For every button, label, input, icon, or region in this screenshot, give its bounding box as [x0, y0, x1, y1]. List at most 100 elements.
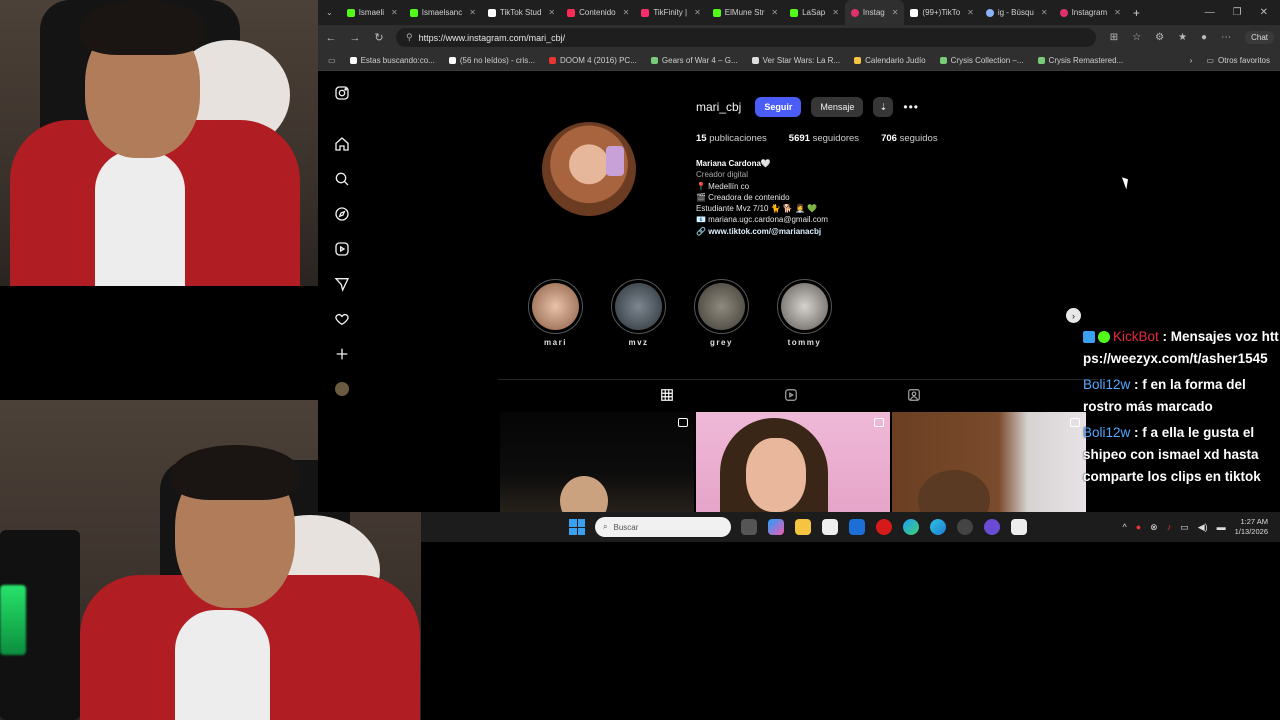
post-thumbnail[interactable] — [696, 412, 890, 512]
outlook-icon[interactable] — [849, 519, 865, 535]
close-icon[interactable]: ✕ — [892, 8, 899, 17]
profile-avatar-icon[interactable] — [332, 379, 352, 399]
close-icon[interactable]: ✕ — [1041, 8, 1048, 17]
highlight-item[interactable]: grey — [694, 279, 749, 347]
forward-arrow-icon[interactable]: → — [348, 32, 362, 44]
post-thumbnail[interactable] — [892, 412, 1086, 512]
back-arrow-icon[interactable]: ← — [324, 32, 338, 44]
notifications-heart-icon[interactable] — [332, 309, 352, 329]
messages-paper-plane-icon[interactable] — [332, 274, 352, 294]
profile-avatar-icon[interactable]: ● — [1201, 32, 1207, 43]
close-icon[interactable]: ✕ — [694, 8, 701, 17]
reload-icon[interactable]: ↻ — [372, 31, 386, 44]
tray-overflow-icon[interactable]: ^ — [1122, 522, 1126, 532]
close-icon[interactable]: ✕ — [469, 8, 476, 17]
other-favorites-folder[interactable]: ▭ Otros favoritos — [1206, 56, 1270, 65]
chevron-right-icon[interactable]: › — [1190, 56, 1193, 65]
menu-dots-icon[interactable]: ⋯ — [1221, 32, 1231, 43]
tab-3[interactable]: Contenido ✕ — [561, 0, 635, 25]
reels-icon[interactable] — [332, 239, 352, 259]
taskbar-search[interactable]: ⌕ Buscar — [595, 517, 731, 537]
highlight-item[interactable]: mvz — [611, 279, 666, 347]
tab-9[interactable]: ig - Búsqu ✕ — [980, 0, 1054, 25]
tab-10[interactable]: Instagram ✕ — [1054, 0, 1127, 25]
maximize-icon[interactable]: ❐ — [1233, 7, 1242, 18]
bookmark-item[interactable]: Crysis Remastered... — [1037, 56, 1123, 65]
close-icon[interactable]: ✕ — [1114, 8, 1121, 17]
following-stat[interactable]: 706 seguidos — [881, 133, 938, 144]
taskbar-clock[interactable]: 1:27 AM 1/13/2026 — [1235, 517, 1268, 537]
puzzle-icon[interactable]: ⚙ — [1155, 32, 1164, 43]
bookmark-item[interactable]: (56 no leídos) - cris... — [448, 56, 535, 65]
store-icon[interactable] — [822, 519, 838, 535]
create-plus-icon[interactable] — [332, 344, 352, 364]
extensions-icon[interactable]: ⊞ — [1110, 32, 1118, 43]
window-close-icon[interactable]: ✕ — [1260, 7, 1268, 18]
highlight-item[interactable]: tommy — [777, 279, 832, 347]
instagram-logo-icon[interactable] — [332, 83, 352, 103]
explore-compass-icon[interactable] — [332, 204, 352, 224]
tab-8[interactable]: (99+)TikTo ✕ — [904, 0, 979, 25]
bookmark-item[interactable]: Estas buscando:co... — [349, 56, 435, 65]
copilot-chat-button[interactable]: Chat — [1245, 31, 1274, 44]
minimize-icon[interactable]: — — [1205, 7, 1215, 18]
bio-link[interactable]: 🔗 www.tiktok.com/@marianacbj — [696, 226, 828, 237]
post-thumbnail[interactable] — [500, 412, 694, 512]
close-icon[interactable]: ✕ — [771, 8, 778, 17]
tab-1[interactable]: Ismaelsanc ✕ — [404, 0, 482, 25]
app-tray-icon[interactable]: ● — [1136, 522, 1141, 532]
tab-2[interactable]: TikTok Stud ✕ — [482, 0, 561, 25]
close-icon[interactable]: ✕ — [832, 8, 839, 17]
tab-4[interactable]: TikFinity | ✕ — [635, 0, 706, 25]
tab-6[interactable]: LaSap ✕ — [784, 0, 845, 25]
favorites-icon[interactable]: ★ — [1178, 32, 1187, 43]
more-options-icon[interactable]: ••• — [903, 100, 919, 114]
bookmark-item[interactable]: Calendario Judío — [854, 56, 926, 65]
suggested-accounts-icon[interactable]: ⇣ — [873, 97, 894, 117]
bookmark-star-icon[interactable]: ☆ — [1132, 32, 1141, 43]
reels-tab-icon[interactable] — [784, 388, 798, 402]
follow-button[interactable]: Seguir — [755, 97, 802, 117]
profile-avatar[interactable] — [542, 122, 636, 216]
close-icon[interactable]: ✕ — [623, 8, 630, 17]
search-icon[interactable] — [332, 169, 352, 189]
close-icon[interactable]: ✕ — [967, 8, 974, 17]
bookmark-item[interactable]: Ver Star Wars: La R... — [751, 56, 840, 65]
volume-icon[interactable]: ◀) — [1198, 522, 1208, 533]
streaming-app-icon[interactable] — [984, 519, 1000, 535]
windows-start-icon[interactable] — [569, 519, 585, 535]
site-info-icon[interactable]: ⚲ — [406, 32, 413, 43]
followers-stat[interactable]: 5691 seguidores — [789, 133, 859, 144]
opera-icon[interactable] — [876, 519, 892, 535]
close-icon[interactable]: ✕ — [548, 8, 555, 17]
network-app-icon[interactable]: ⊗ — [1150, 522, 1158, 533]
tab-5[interactable]: ElMune Str ✕ — [707, 0, 784, 25]
battery-icon[interactable]: ▬ — [1217, 522, 1226, 532]
webcam-feed-top — [0, 0, 318, 286]
new-tab-button[interactable]: + — [1127, 0, 1146, 25]
posts-grid-icon[interactable] — [660, 388, 674, 402]
copilot-icon[interactable] — [768, 519, 784, 535]
microphone-icon[interactable]: ♪ — [1167, 522, 1172, 532]
bookmark-item[interactable]: DOOM 4 (2016) PC... — [548, 56, 637, 65]
address-bar[interactable]: ⚲ https://www.instagram.com/mari_cbj/ — [396, 28, 1096, 47]
message-button[interactable]: Mensaje — [811, 97, 864, 117]
sidebar-toggle-icon[interactable]: ▭ — [328, 56, 336, 65]
highlight-item[interactable]: mari — [528, 279, 583, 347]
bookmark-item[interactable]: Crysis Collection –... — [939, 56, 1024, 65]
chatgpt-icon[interactable] — [957, 519, 973, 535]
tagged-tab-icon[interactable] — [907, 388, 921, 402]
edge-icon[interactable] — [903, 519, 919, 535]
tab-7[interactable]: Instag ✕ — [844, 0, 905, 25]
close-icon[interactable]: ✕ — [391, 8, 398, 17]
task-view-icon[interactable] — [741, 519, 757, 535]
terminal-icon[interactable] — [1011, 519, 1027, 535]
tab-list-button[interactable]: ⌄ — [318, 0, 341, 25]
display-icon[interactable]: ▭ — [1180, 522, 1189, 533]
edge-beta-icon[interactable] — [930, 519, 946, 535]
tab-0[interactable]: Ismaeli ✕ — [341, 0, 404, 25]
bookmark-item[interactable]: Gears of War 4 – G... — [650, 56, 738, 65]
home-icon[interactable] — [332, 134, 352, 154]
file-explorer-icon[interactable] — [795, 519, 811, 535]
highlights-next-icon[interactable]: › — [1066, 308, 1081, 323]
